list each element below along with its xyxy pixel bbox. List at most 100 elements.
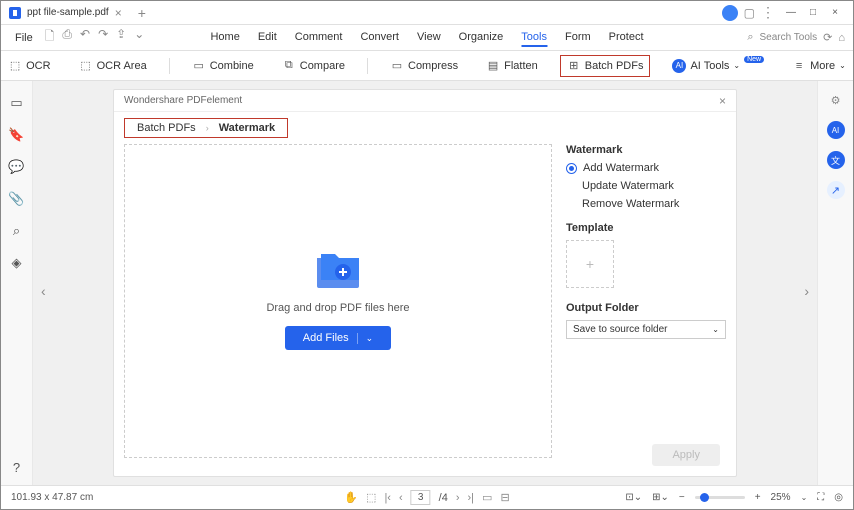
search-icon: ⌕	[747, 31, 753, 44]
new-tab-button[interactable]: +	[130, 5, 154, 21]
panel-close-icon[interactable]: ×	[719, 94, 726, 108]
watermark-heading: Watermark	[566, 144, 726, 156]
menu-comment[interactable]: Comment	[295, 29, 343, 47]
search-tools-input[interactable]: Search Tools	[759, 32, 817, 43]
batch-icon: ⊞	[567, 59, 581, 73]
menu-view[interactable]: View	[417, 29, 441, 47]
ai-assistant-icon[interactable]: AI	[827, 121, 845, 139]
first-page-icon[interactable]: |‹	[384, 492, 391, 504]
remove-watermark-option[interactable]: Remove Watermark	[566, 198, 726, 210]
radio-checked-icon	[566, 163, 577, 174]
zoom-slider[interactable]	[695, 496, 745, 499]
chevron-down-icon[interactable]: ⌄	[357, 333, 374, 344]
prev-page-icon[interactable]: ‹	[399, 492, 403, 504]
chevron-down-icon: ⌄	[712, 325, 719, 334]
fit-page-icon[interactable]: ⊞⌄	[652, 492, 669, 503]
last-page-icon[interactable]: ›|	[468, 492, 475, 504]
breadcrumb: Batch PDFs › Watermark	[124, 118, 288, 138]
comment-icon[interactable]: 💬	[8, 159, 24, 175]
ocr-button[interactable]: ⬚OCR	[2, 56, 56, 76]
page-total: /4	[439, 492, 448, 504]
cursor-coordinates: 101.93 x 47.87 cm	[11, 492, 93, 503]
pdf-icon	[9, 7, 21, 19]
compress-button[interactable]: ▭Compress	[384, 56, 464, 76]
batch-pdfs-button[interactable]: ⊞Batch PDFs	[560, 55, 651, 77]
more-menu-icon[interactable]: ⋮	[761, 4, 775, 21]
zoom-in-icon[interactable]: +	[755, 492, 761, 503]
more-button[interactable]: ≡More⌄	[786, 56, 852, 76]
file-dropzone[interactable]: Drag and drop PDF files here Add Files ⌄	[124, 144, 552, 458]
reading-mode-icon[interactable]: ◎	[834, 492, 843, 503]
add-files-button[interactable]: Add Files ⌄	[285, 326, 391, 350]
dropzone-text: Drag and drop PDF files here	[266, 302, 409, 314]
qat-more-icon[interactable]: ⌄	[134, 27, 144, 48]
compare-button[interactable]: ⧉Compare	[276, 56, 351, 76]
home-icon[interactable]: ⌂	[838, 32, 845, 44]
breadcrumb-current: Watermark	[219, 122, 275, 134]
output-folder-select[interactable]: Save to source folder ⌄	[566, 320, 726, 339]
tab-title: ppt file-sample.pdf	[27, 7, 109, 18]
help-icon[interactable]: ?	[13, 460, 20, 475]
translate-icon[interactable]: 文	[827, 151, 845, 169]
combine-icon: ▭	[192, 59, 206, 73]
next-page-icon[interactable]: ›	[456, 492, 460, 504]
search-panel-icon[interactable]: ⌕	[13, 223, 20, 239]
more-icon: ≡	[792, 59, 806, 73]
menu-tools[interactable]: Tools	[521, 29, 547, 47]
document-tab[interactable]: ppt file-sample.pdf ×	[1, 1, 130, 24]
maximize-button[interactable]: □	[803, 3, 823, 23]
output-folder-heading: Output Folder	[566, 302, 726, 314]
menu-organize[interactable]: Organize	[459, 29, 504, 47]
divider	[367, 58, 368, 74]
page-prev-arrow[interactable]: ‹	[41, 283, 46, 299]
fit-width-icon[interactable]: ⊡⌄	[625, 492, 642, 503]
hand-tool-icon[interactable]: ✋	[344, 491, 358, 504]
menu-home[interactable]: Home	[210, 29, 239, 47]
add-template-button[interactable]: +	[566, 240, 614, 288]
ocr-icon: ⬚	[8, 59, 22, 73]
ocr-area-button[interactable]: ⬚OCR Area	[73, 56, 153, 76]
menu-convert[interactable]: Convert	[360, 29, 399, 47]
single-page-icon[interactable]: ▭	[482, 491, 492, 504]
attachment-icon[interactable]: 📎	[8, 191, 24, 207]
compare-icon: ⧉	[282, 59, 296, 73]
select-tool-icon[interactable]: ⬚	[366, 491, 376, 504]
redo-icon[interactable]: ↷	[98, 27, 108, 48]
file-menu[interactable]: File	[9, 32, 39, 44]
new-badge: New	[744, 56, 764, 63]
thumbnail-icon[interactable]: ▭	[10, 95, 22, 111]
undo-icon[interactable]: ↶	[80, 27, 90, 48]
apply-button[interactable]: Apply	[652, 444, 720, 466]
fullscreen-icon[interactable]: ⛶	[817, 492, 824, 503]
layers-icon[interactable]: ◈	[12, 255, 22, 271]
divider	[169, 58, 170, 74]
breadcrumb-parent[interactable]: Batch PDFs	[137, 122, 196, 134]
ai-icon: AI	[672, 59, 686, 73]
flatten-button[interactable]: ▤Flatten	[480, 56, 544, 76]
menu-edit[interactable]: Edit	[258, 29, 277, 47]
share-icon[interactable]: ⇪	[116, 27, 126, 48]
zoom-out-icon[interactable]: −	[679, 492, 685, 503]
chevron-right-icon: ›	[206, 123, 209, 133]
close-tab-icon[interactable]: ×	[115, 6, 122, 20]
share-panel-icon[interactable]: ↗	[827, 181, 845, 199]
ai-tools-button[interactable]: AIAI Tools⌄New	[666, 56, 770, 76]
page-number-input[interactable]: 3	[411, 490, 431, 505]
zoom-value[interactable]: 25%	[771, 492, 791, 503]
user-avatar[interactable]	[722, 5, 738, 21]
page-next-arrow[interactable]: ›	[804, 283, 809, 299]
settings-icon[interactable]: ⚙	[827, 91, 845, 109]
print-icon[interactable]: ⎙	[62, 27, 72, 48]
add-watermark-option[interactable]: Add Watermark	[566, 162, 726, 174]
save-icon[interactable]: 🗋	[45, 27, 55, 48]
continuous-icon[interactable]: ⊟	[500, 491, 509, 504]
bookmark-icon[interactable]: 🔖	[8, 127, 24, 143]
close-window-button[interactable]: ×	[825, 3, 845, 23]
menu-form[interactable]: Form	[565, 29, 591, 47]
minimize-button[interactable]: —	[781, 3, 801, 23]
menu-protect[interactable]: Protect	[609, 29, 644, 47]
update-watermark-option[interactable]: Update Watermark	[566, 180, 726, 192]
cloud-icon[interactable]: ⟳	[823, 31, 832, 44]
notification-icon[interactable]: ▢	[744, 6, 755, 20]
combine-button[interactable]: ▭Combine	[186, 56, 260, 76]
